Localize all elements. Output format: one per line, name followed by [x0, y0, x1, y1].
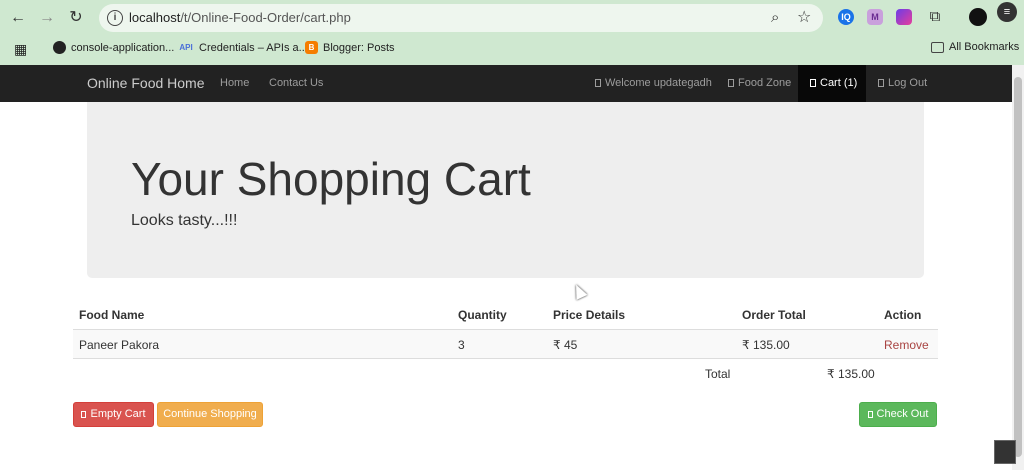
nav-welcome[interactable]: Welcome updategadh: [595, 77, 712, 89]
extension-iq-icon[interactable]: IQ: [838, 9, 854, 25]
apps-grid-icon[interactable]: ▦: [14, 41, 27, 58]
address-bar[interactable]: i localhost/t/Online-Food-Order/cart.php…: [99, 4, 823, 32]
header-action: Action: [884, 308, 922, 322]
all-bookmarks[interactable]: All Bookmarks: [931, 41, 1019, 53]
checkout-button[interactable]: Check Out: [859, 402, 937, 427]
table-row: [73, 330, 938, 358]
remove-link[interactable]: Remove: [884, 338, 929, 352]
cart-jumbotron: Your Shopping Cart Looks tasty...!!!: [87, 102, 924, 278]
nav-contact[interactable]: Contact Us: [269, 77, 323, 89]
page-scrollbar[interactable]: [1012, 65, 1024, 470]
blogger-icon: B: [305, 41, 318, 54]
mouse-cursor: [570, 282, 588, 300]
cell-quantity: 3: [458, 338, 465, 352]
header-food-name: Food Name: [79, 308, 145, 322]
food-icon: [728, 79, 734, 87]
brand-link[interactable]: Online Food Home: [87, 75, 205, 91]
header-price: Price Details: [553, 308, 626, 322]
puzzle-icon[interactable]: ⧉: [925, 7, 945, 27]
row-divider: [73, 358, 938, 359]
folder-icon: [931, 41, 944, 53]
zoom-icon[interactable]: ⌕: [771, 9, 779, 26]
bookmark-star-icon[interactable]: ☆: [797, 7, 811, 27]
header-order-total: Order Total: [742, 308, 806, 322]
corner-thumbnail: [994, 440, 1016, 464]
nav-home[interactable]: Home: [220, 77, 249, 89]
trash-icon: [81, 411, 87, 418]
total-label: Total: [705, 367, 731, 381]
nav-logout[interactable]: Log Out: [878, 77, 927, 89]
cart-icon: [810, 79, 816, 87]
bookmark-item[interactable]: B Blogger: Posts: [305, 41, 395, 54]
api-icon: API: [179, 43, 193, 52]
page-subtitle: Looks tasty...!!!: [131, 212, 238, 229]
scrollbar-thumb[interactable]: [1014, 77, 1022, 457]
extension-z-icon[interactable]: [896, 9, 912, 25]
forward-icon[interactable]: →: [37, 8, 57, 28]
reload-icon[interactable]: ↻: [66, 8, 86, 28]
nav-food-zone[interactable]: Food Zone: [728, 77, 791, 89]
bookmark-item[interactable]: API Credentials – APIs a...: [178, 41, 308, 54]
logout-icon: [878, 79, 884, 87]
cell-price: ₹ 45: [553, 338, 578, 352]
empty-cart-button[interactable]: Empty Cart: [73, 402, 154, 427]
site-info-icon[interactable]: i: [107, 10, 123, 26]
bookmark-item[interactable]: console-application...: [53, 41, 174, 54]
user-icon: [595, 79, 601, 87]
url-text[interactable]: localhost/t/Online-Food-Order/cart.php: [129, 10, 351, 25]
github-icon: [53, 41, 66, 54]
bookmarks-bar: ▦ console-application... API Credentials…: [0, 36, 1024, 62]
checkout-icon: [867, 411, 873, 418]
total-value: ₹ 135.00: [827, 367, 875, 381]
back-icon[interactable]: ←: [8, 8, 28, 28]
cell-order-total: ₹ 135.00: [742, 338, 790, 352]
cell-food-name: Paneer Pakora: [79, 338, 160, 352]
profile-avatar[interactable]: [969, 8, 987, 26]
header-quantity: Quantity: [458, 308, 507, 322]
menu-icon[interactable]: ≡: [997, 2, 1017, 22]
extension-m-icon[interactable]: M: [867, 9, 883, 25]
continue-shopping-button[interactable]: Continue Shopping: [157, 402, 263, 427]
page-title: Your Shopping Cart: [131, 153, 531, 205]
nav-cart[interactable]: Cart (1): [810, 77, 857, 89]
browser-chrome: ← → ↻ i localhost/t/Online-Food-Order/ca…: [0, 0, 1024, 65]
site-navbar: Online Food Home Home Contact Us Welcome…: [0, 65, 1012, 102]
